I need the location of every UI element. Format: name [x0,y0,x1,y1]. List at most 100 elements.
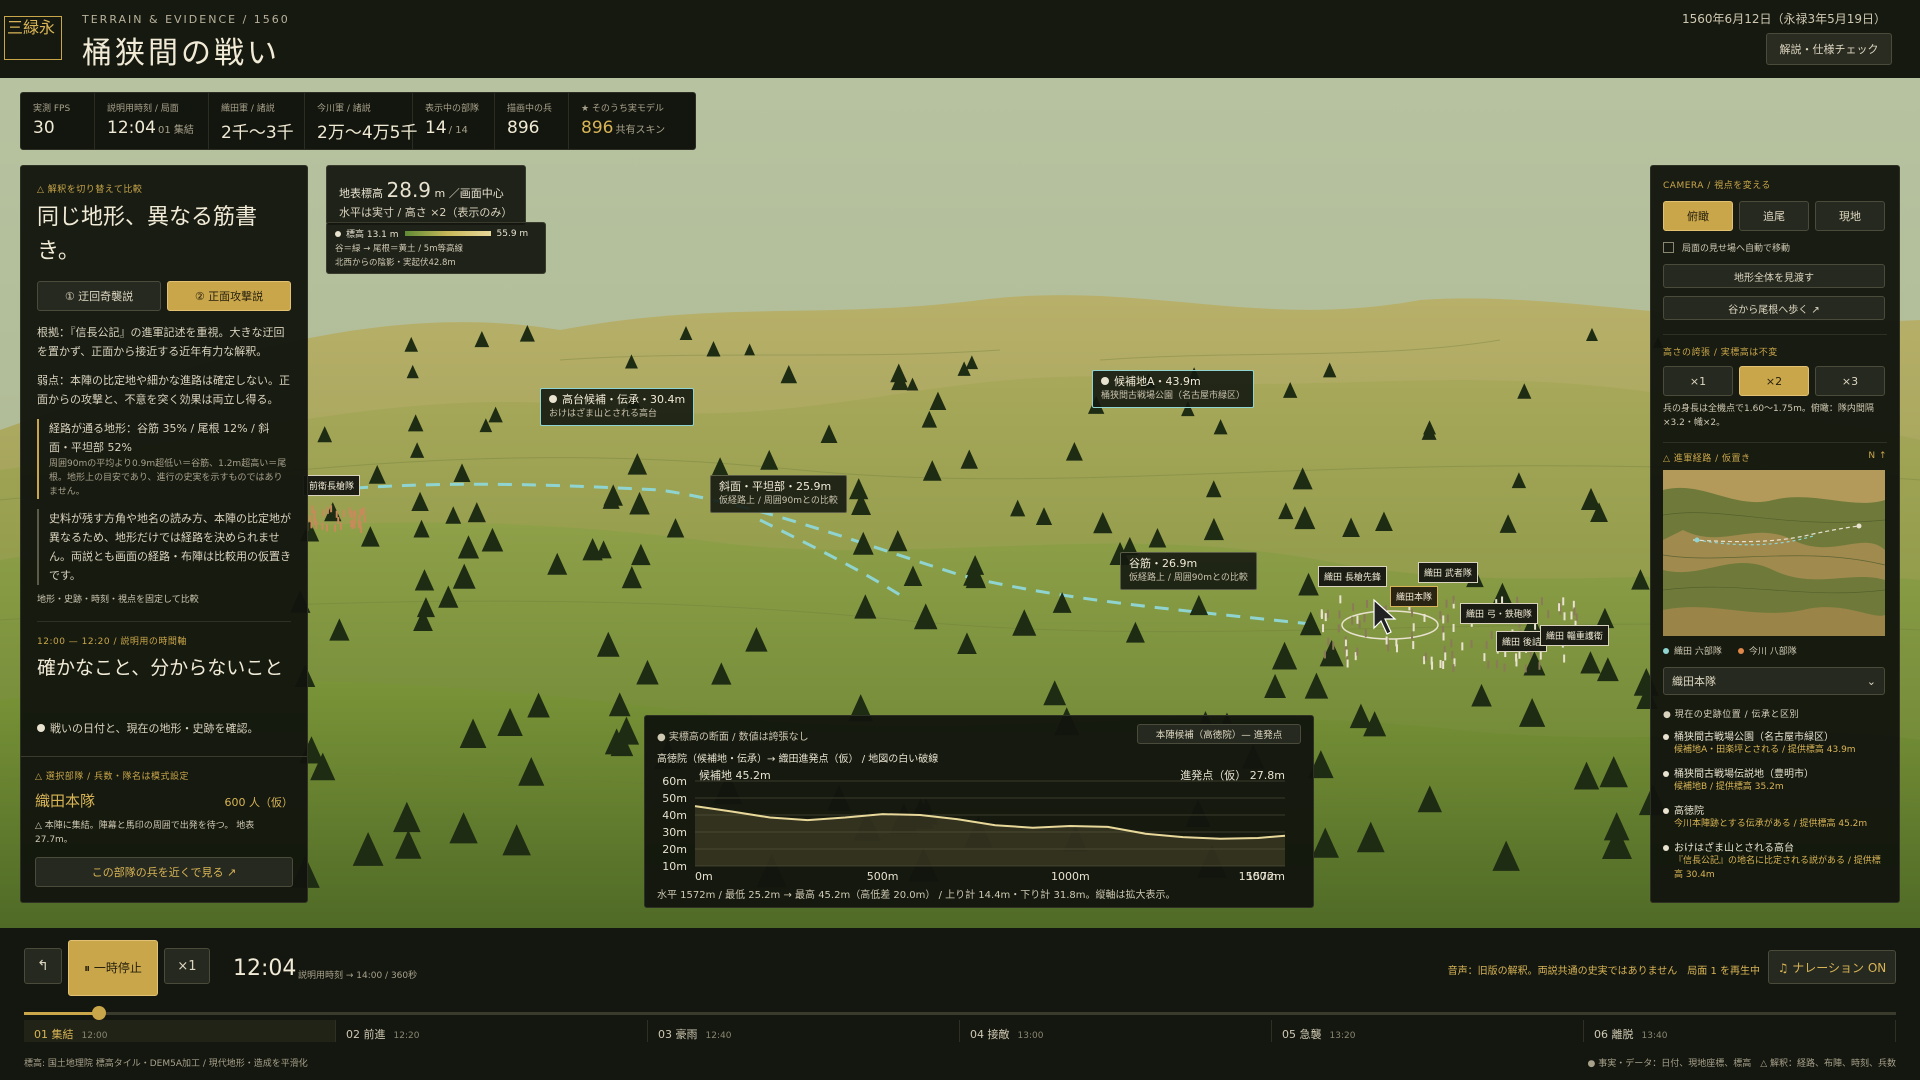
profile-route-dropdown[interactable]: 本陣候補（高徳院）— 進発点 [1137,724,1301,744]
phase-2[interactable]: 02 前進 12:20 [336,1020,648,1042]
soldier [1439,611,1442,620]
soldier [1346,659,1349,668]
legend-note: ● 事実・データ：日付、現地座標、標高 △ 解釈：経路、布陣、時刻、兵数 [1587,1059,1897,1069]
soldier [1439,659,1442,668]
spec-check-button[interactable]: 解説・仕様チェック [1766,33,1892,65]
phase-list: 01 集結 12:00 02 前進 12:20 03 豪雨 12:40 04 接敵 13:00… [24,1020,1896,1042]
camera-follow-button[interactable]: 追尾 [1739,201,1809,231]
map-label-valley[interactable]: 谷筋・26.9m 仮経路上 / 周囲90mとの比較 [1120,552,1257,590]
height-x2-button[interactable]: ×2 [1739,366,1809,396]
phase-4[interactable]: 04 接敵 13:00 [960,1020,1272,1042]
soldier [1450,639,1453,648]
auto-move-checkbox[interactable] [1663,242,1674,253]
battle-date: 1560年6月12日（永禄3年5月19日） [1682,12,1886,26]
unit-tag-front-spear[interactable]: 前衛長槍隊 [303,475,361,496]
tab-frontal-theory[interactable]: ② 正面攻撃説 [167,281,291,311]
view-unit-soldiers-button[interactable]: この部隊の兵を近くで見る ↗ [35,857,293,887]
soldier [1338,610,1341,619]
height-x3-button[interactable]: ×3 [1815,366,1885,396]
unit-tag-samurai[interactable]: 織田 武者隊 [1418,562,1478,583]
top-bar: 三緑永 TERRAIN & EVIDENCE / 1560 桶狭間の戦い 156… [0,0,1920,78]
soldier [330,505,333,513]
unit-tag-supply-guard[interactable]: 織田 輜重護衛 [1540,625,1609,646]
elevation-value: 28.9 [386,178,432,202]
soldier [1395,638,1398,647]
stat-soldiers: 描画中の兵 896 [495,93,569,149]
timeline-scrubber[interactable] [91,1006,106,1020]
stat-real-models: ★ そのうち実モデル 896 共有スキン [581,104,666,138]
soldier [1538,661,1541,670]
profile-xtick: 1000m [1051,870,1090,883]
soldier [1485,640,1488,649]
selected-unit-card: △ 選択部隊 / 兵数・隊名は模式設定 織田本隊 600 人（仮） △ 本陣に集… [21,756,307,902]
camera-ground-button[interactable]: 現地 [1815,201,1885,231]
soldier [359,509,362,517]
tab-detour-theory[interactable]: ① 迂回奇襲説 [37,281,161,311]
profile-ytick: 20m [662,843,687,856]
soldier [1332,641,1335,650]
map-label-takadai[interactable]: 高台候補・伝承・30.4m おけはざま山とされる高台 [540,388,695,426]
soldier [1445,599,1448,608]
unit-tag-archers[interactable]: 織田 弓・鉄砲隊 [1460,603,1538,624]
phase-1[interactable]: 01 集結 12:00 [24,1020,336,1042]
profile-xtick: 500m [867,870,899,883]
site-item[interactable]: 桶狭間古戦場公園（名古屋市緑区） 候補地A・田楽坪とされる / 提供標高 43.9… [1663,728,1887,757]
site-item[interactable]: 高徳院 今川本陣跡とする伝承がある / 提供標高 45.2m [1663,802,1887,831]
soldier [1563,612,1566,621]
page-title: 桶狭間の戦い [82,36,280,71]
phase-6[interactable]: 06 離脱 13:40 [1584,1020,1896,1042]
timeline-track[interactable] [24,1006,1896,1020]
unit-tag-spear-vanguard[interactable]: 織田 長槍先鋒 [1318,566,1387,587]
elevation-profile-chart: 60m50m40m30m20m10m0m 500m 1000m 1500m1572m候… [662,768,1286,883]
soldier [1423,613,1426,622]
overview-terrain-button[interactable]: 地形全体を見渡す [1663,264,1885,288]
soldier [1524,664,1527,673]
soldier [1442,615,1445,624]
soldier [352,510,355,518]
interpretation-panel: △ 解釈を切り替えて比較 同じ地形、異なる筋書き。 ① 迂回奇襲説 ② 正面攻撃… [20,165,308,903]
map-label-slope[interactable]: 斜面・平坦部・25.9m 仮経路上 / 周囲90mとの比較 [710,475,847,513]
route-minimap[interactable] [1663,470,1885,636]
soldier [1356,615,1359,624]
pause-button[interactable]: ⏸ 一時停止 [68,940,158,996]
soldier [321,522,324,530]
soldier [1385,636,1388,645]
soldier [1442,661,1445,670]
stat-fps: 実測 FPS 30 [21,93,95,149]
soldier [1461,642,1464,651]
soldier [1410,631,1413,640]
profile-xtick: 0m [695,870,713,883]
elevation-legend: 標高 13.1 m 55.9 m 谷＝緑 → 尾根＝黄土 / 5m等高線 北西か… [326,222,546,274]
theory-weakness: 弱点：本陣の比定地や細かな進路は確定しない。正面からの攻撃と、不意を突く効果は両… [37,374,290,406]
soldier [1452,595,1455,604]
profile-ytick: 50m [662,792,687,805]
soldier [1322,624,1325,633]
narration-toggle[interactable]: ♫ ナレーション ON [1768,950,1896,984]
soldier [1387,643,1390,652]
walk-valley-ridge-button[interactable]: 谷から尾根へ歩く ↗ [1663,296,1885,320]
unit-select-dropdown[interactable]: 織田本隊 ⌄ [1663,667,1885,695]
soldier [339,522,342,530]
interpretation-heading: 同じ地形、異なる筋書き。 [37,205,258,264]
site-item[interactable]: 桶狭間古戦場伝説地（豊明市） 候補地B / 提供標高 35.2m [1663,765,1887,794]
soldier [1363,614,1366,623]
rewind-button[interactable]: ↰ [24,948,62,984]
unit-tag-main-force[interactable]: 織田本隊 [1390,586,1439,607]
speed-button[interactable]: ×1 [164,948,210,984]
phase-5[interactable]: 05 急襲 13:20 [1272,1020,1584,1042]
north-indicator: N ↑ [1868,451,1887,461]
rewind-icon: ↰ [37,958,49,974]
route-terrain-quote: 経路が通る地形：谷筋 35% / 尾根 12% / 斜面・平坦部 52% 周囲9… [37,419,291,499]
soldier [1424,652,1427,661]
soldier [1547,610,1550,619]
camera-overview-button[interactable]: 俯瞰 [1663,201,1733,231]
stat-imagawa-army: 今川軍 / 諸説 2万〜4万5千 [305,93,417,149]
soldier [1442,632,1445,641]
site-item[interactable]: おけはざま山とされる高台 『信長公記』の地名に比定される説がある / 提供標高 3… [1663,839,1887,882]
profile-start-label: 候補地 45.2m [699,768,771,782]
height-x1-button[interactable]: ×1 [1663,366,1733,396]
phase-3[interactable]: 03 豪雨 12:40 [648,1020,960,1042]
soldier [310,521,313,529]
selected-unit-name: 織田本隊 [35,792,96,810]
map-label-candidate-a[interactable]: 候補地A・43.9m 桶狭間古戦場公園（名古屋市緑区） [1092,370,1255,408]
